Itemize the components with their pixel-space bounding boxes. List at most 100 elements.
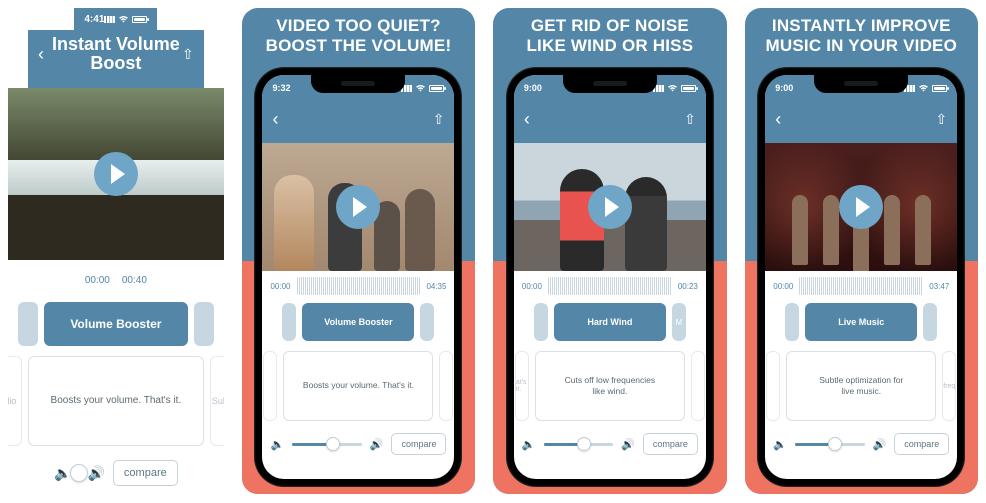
volume-low-icon[interactable]: 🔈: [54, 465, 71, 482]
status-bar: 4:41: [74, 8, 157, 30]
time-start: 00:00: [270, 282, 290, 291]
footer-controls: 🔈 🔊 compare: [46, 454, 186, 494]
prev-preset-edge[interactable]: [18, 302, 38, 346]
next-preset-edge[interactable]: M: [672, 303, 686, 341]
battery-icon: [681, 85, 696, 92]
share-icon[interactable]: ⇧: [180, 46, 194, 63]
phone-screen: 9:00 ‹ ⇧ 00:00 00:23: [514, 75, 706, 479]
volume-slider[interactable]: [292, 443, 362, 446]
share-icon[interactable]: ⇧: [933, 111, 947, 128]
preset-description: Cuts off low frequencies like wind.: [535, 351, 685, 421]
prev-desc-edge: [263, 351, 277, 421]
time-start: 00:00: [773, 282, 793, 291]
next-preset-edge[interactable]: [420, 303, 434, 341]
prev-preset-edge[interactable]: [785, 303, 799, 341]
preset-desc-text: Boosts your volume. That's it.: [51, 394, 182, 408]
compare-button[interactable]: compare: [894, 433, 949, 455]
edge-hint: M: [676, 318, 683, 327]
edge-hint: Sub: [212, 396, 224, 406]
preset-chips-row: Hard Wind M: [514, 299, 706, 345]
share-icon[interactable]: ⇧: [430, 111, 444, 128]
play-icon[interactable]: [336, 185, 380, 229]
waveform-row: 00:00 04:35: [262, 271, 454, 299]
play-icon[interactable]: [588, 185, 632, 229]
preset-desc-text: Cuts off low frequencies like wind.: [565, 375, 656, 398]
preset-chip-selected[interactable]: Live Music: [805, 303, 917, 341]
preset-chips-row: Volume Booster: [18, 298, 214, 350]
video-preview[interactable]: [8, 88, 224, 260]
play-icon[interactable]: [839, 185, 883, 229]
preset-chips-row: Volume Booster: [262, 299, 454, 345]
next-desc-edge: [691, 351, 705, 421]
status-time: 9:32: [272, 83, 290, 93]
back-chevron-icon[interactable]: ‹: [524, 109, 538, 130]
video-preview[interactable]: [262, 143, 454, 271]
phone-screen: 9:32 ‹ ⇧ 00:00: [262, 75, 454, 479]
volume-high-icon[interactable]: 🔊: [87, 465, 104, 482]
preset-description: Boosts your volume. That's it.: [28, 356, 204, 446]
prev-preset-edge[interactable]: [282, 303, 296, 341]
share-icon[interactable]: ⇧: [682, 111, 696, 128]
volume-slider[interactable]: [795, 443, 865, 446]
footer-controls: 🔈 🔊 compare: [514, 427, 706, 463]
waveform[interactable]: [297, 277, 421, 295]
status-indicators: [653, 84, 696, 92]
status-time: 4:41: [84, 14, 104, 25]
back-chevron-icon[interactable]: ‹: [775, 109, 789, 130]
next-desc-edge: freq: [942, 351, 956, 421]
volume-high-icon[interactable]: 🔊: [370, 438, 384, 451]
preset-chip-selected[interactable]: Volume Booster: [44, 302, 188, 346]
preset-chips-row: Live Music: [765, 299, 957, 345]
preset-desc-row: at's it. Cuts off low frequencies like w…: [514, 345, 706, 427]
battery-icon: [932, 85, 947, 92]
phone-notch: [311, 75, 405, 93]
wifi-icon: [918, 84, 929, 92]
video-preview[interactable]: [765, 143, 957, 271]
panel-headline: VIDEO TOO QUIET? BOOST THE VOLUME!: [258, 8, 460, 65]
volume-low-icon[interactable]: 🔈: [522, 438, 536, 451]
volume-slider[interactable]: [544, 443, 614, 446]
appstore-screenshot-panel: INSTANTLY IMPROVE MUSIC IN YOUR VIDEO 9:…: [745, 8, 978, 494]
wifi-icon: [667, 84, 678, 92]
waveform[interactable]: [799, 277, 923, 295]
volume-low-icon[interactable]: 🔈: [773, 438, 787, 451]
prev-preset-edge[interactable]: [534, 303, 548, 341]
app-title: Instant Volume Boost: [52, 35, 180, 74]
volume-low-icon[interactable]: 🔈: [270, 438, 284, 451]
compare-button[interactable]: compare: [113, 460, 178, 486]
time-end: 03:47: [929, 282, 949, 291]
waveform[interactable]: [548, 277, 672, 295]
compare-button[interactable]: compare: [391, 433, 446, 455]
compare-label: compare: [401, 439, 436, 449]
preset-description: Boosts your volume. That's it.: [283, 351, 433, 421]
waveform-row: 00:00 03:47: [765, 271, 957, 299]
edge-hint: freq: [943, 383, 955, 390]
preset-label: Hard Wind: [587, 317, 632, 327]
volume-high-icon[interactable]: 🔊: [873, 438, 887, 451]
scene-detail: [405, 189, 435, 271]
status-indicators: [104, 15, 147, 23]
video-preview[interactable]: [514, 143, 706, 271]
wifi-icon: [118, 15, 129, 23]
volume-high-icon[interactable]: 🔊: [621, 438, 635, 451]
appstore-screenshot-panel: 4:41 ‹ Instant Volume Boost ⇧ 00:00 00:4…: [8, 8, 224, 494]
compare-label: compare: [904, 439, 939, 449]
compare-button[interactable]: compare: [643, 433, 698, 455]
preset-chip-selected[interactable]: Volume Booster: [302, 303, 414, 341]
title-bar: ‹ ⇧: [262, 101, 454, 143]
preset-chip-selected[interactable]: Hard Wind: [554, 303, 666, 341]
play-icon[interactable]: [94, 152, 138, 196]
next-preset-edge[interactable]: [194, 302, 214, 346]
next-preset-edge[interactable]: [923, 303, 937, 341]
back-chevron-icon[interactable]: ‹: [272, 109, 286, 130]
panel-headline: INSTANTLY IMPROVE MUSIC IN YOUR VIDEO: [758, 8, 965, 65]
back-chevron-icon[interactable]: ‹: [38, 44, 52, 65]
panel-headline: GET RID OF NOISE LIKE WIND OR HISS: [518, 8, 701, 65]
preset-desc-text: Subtle optimization for live music.: [819, 375, 903, 398]
preset-label: Live Music: [838, 317, 884, 327]
time-start: 00:00: [522, 282, 542, 291]
footer-controls: 🔈 🔊 compare: [765, 427, 957, 463]
preset-label: Volume Booster: [324, 317, 392, 327]
preset-desc-row: Boosts your volume. That's it.: [262, 345, 454, 427]
signal-icon: [104, 16, 115, 23]
